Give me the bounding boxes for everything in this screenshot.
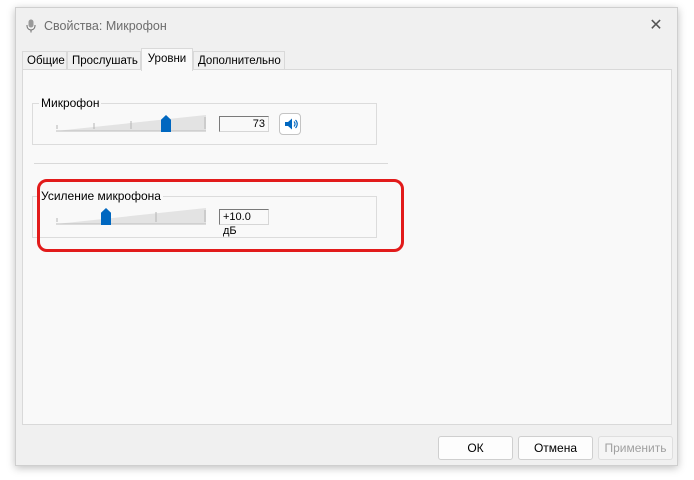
microphone-group: Микрофон 73 xyxy=(32,96,377,145)
group-divider xyxy=(34,163,388,164)
microphone-icon xyxy=(26,19,36,33)
tab-label: Общие xyxy=(27,55,65,67)
title-bar: Свойства: Микрофон ✕ xyxy=(16,8,677,44)
tab-levels[interactable]: Уровни xyxy=(141,48,193,71)
microphone-slider[interactable] xyxy=(56,112,206,134)
tab-advanced[interactable]: Дополнительно xyxy=(193,51,285,70)
highlight-frame xyxy=(37,179,404,252)
close-button[interactable]: ✕ xyxy=(643,14,669,38)
tab-general[interactable]: Общие xyxy=(22,51,67,70)
tab-listen[interactable]: Прослушать xyxy=(67,51,141,70)
close-icon: ✕ xyxy=(649,17,663,34)
properties-dialog: Свойства: Микрофон ✕ Общие Прослушать Ур… xyxy=(15,7,678,466)
tab-label: Дополнительно xyxy=(198,55,281,67)
apply-button[interactable]: Применить xyxy=(598,436,673,460)
ok-button-label: ОК xyxy=(467,441,484,455)
microphone-group-label: Микрофон xyxy=(39,96,102,110)
ok-button[interactable]: ОК xyxy=(438,436,513,460)
tab-label: Прослушать xyxy=(72,55,138,67)
speaker-icon xyxy=(285,118,298,130)
mute-button[interactable] xyxy=(279,113,301,135)
cancel-button-label: Отмена xyxy=(533,441,578,455)
slider-track xyxy=(56,115,206,132)
window-title: Свойства: Микрофон xyxy=(44,19,167,33)
tab-label: Уровни xyxy=(147,53,187,65)
apply-button-label: Применить xyxy=(604,441,667,455)
cancel-button[interactable]: Отмена xyxy=(518,436,593,460)
microphone-level-value[interactable]: 73 xyxy=(219,116,269,132)
